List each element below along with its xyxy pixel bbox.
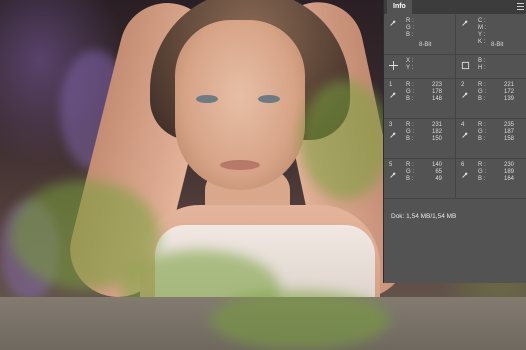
left-eye: [196, 95, 218, 103]
blurred-leaf: [300, 80, 390, 200]
info-panel: Info R : G : B : 8-Bit C : M : Y : K: 8…: [383, 0, 526, 283]
sampler-label: R :: [406, 162, 414, 168]
sampler-label: R :: [478, 162, 486, 168]
color-readout-row: R : G : B : 8-Bit C : M : Y : K : 8-Bit: [384, 15, 526, 55]
sampler-value: 150: [431, 136, 442, 142]
sampler-label: R :: [478, 122, 486, 128]
x-label: X :: [406, 58, 414, 64]
sampler-label: R :: [478, 82, 486, 88]
rgb-label: R :: [406, 18, 414, 24]
sampler-number: 5: [389, 162, 393, 168]
sampler-label: B :: [406, 176, 414, 182]
rgb-label: B :: [406, 32, 414, 38]
sampler-value: 223: [431, 82, 442, 88]
sampler-value: 235: [503, 122, 514, 128]
blurred-leaf: [210, 290, 390, 350]
right-eye: [258, 95, 280, 103]
info-grid: R : G : B : 8-Bit C : M : Y : K : 8-Bit: [384, 15, 526, 199]
height-label: H :: [478, 65, 486, 71]
sampler-label: R :: [406, 122, 414, 128]
sampler-label: B :: [478, 176, 486, 182]
sampler-label: B :: [478, 96, 486, 102]
eyedropper-icon: [462, 132, 468, 138]
document-size: Dok: 1,54 MB/1,54 MB: [391, 213, 457, 220]
sampler-label: R :: [406, 82, 414, 88]
sampler-number: 3: [389, 122, 393, 128]
eyedropper-icon[interactable]: [461, 19, 469, 27]
crosshair-icon: [389, 61, 398, 70]
position-readout-row: X : Y : B : H :: [384, 55, 526, 79]
sampler-row: 5 R : G : B : 140 65 49 6 R : G: B: 23…: [384, 159, 526, 199]
eyedropper-icon[interactable]: [389, 19, 397, 27]
sampler-label: B :: [478, 136, 486, 142]
cmyk-label: C :: [478, 18, 486, 24]
panel-menu-icon[interactable]: [517, 3, 524, 11]
sampler-value: 164: [503, 176, 514, 182]
sampler-label: B :: [406, 96, 414, 102]
size-readout: B : H :: [456, 55, 526, 78]
color-sampler-6[interactable]: 6 R : G : B : 230 189 164: [456, 159, 526, 198]
bit-depth: 8-Bit: [491, 42, 504, 48]
eyedropper-icon: [462, 172, 468, 178]
sampler-value: 189: [503, 169, 514, 175]
eyedropper-icon: [462, 92, 468, 98]
rgb-label: G :: [406, 25, 415, 31]
sampler-value: 140: [431, 162, 442, 168]
cmyk-label: K :: [478, 39, 486, 45]
color-sampler-3[interactable]: 3 R : G : B : 231 182 150: [384, 119, 454, 158]
selection-size-icon: [461, 61, 470, 70]
sampler-label: G :: [478, 129, 487, 135]
sampler-number: 2: [461, 82, 465, 88]
width-label: B :: [478, 58, 486, 64]
cmyk-readout: C : M : Y : K : 8-Bit: [456, 15, 526, 54]
color-sampler-5[interactable]: 5 R : G : B : 140 65 49: [384, 159, 454, 198]
sampler-value: 139: [503, 96, 514, 102]
sampler-value: 187: [503, 129, 514, 135]
sampler-row: 3 R : G : B : 231 182 150 4 R : G: B: …: [384, 119, 526, 159]
sampler-value: 65: [435, 169, 442, 175]
sampler-value: 178: [431, 89, 442, 95]
color-sampler-2[interactable]: 2 R : G : B : 221 172 139: [456, 79, 526, 118]
eyedropper-icon: [390, 132, 396, 138]
eyedropper-icon: [390, 172, 396, 178]
sampler-value: 221: [503, 82, 514, 88]
color-sampler-1[interactable]: 1 R : G : B : 223 178 148: [384, 79, 454, 118]
sampler-value: 158: [503, 136, 514, 142]
sampler-label: G :: [406, 89, 415, 95]
sampler-row: 1 R : G : B : 223 178 148 2 R : G: B: …: [384, 79, 526, 119]
sampler-value: 148: [431, 96, 442, 102]
color-sampler-4[interactable]: 4 R : G : B : 235 187 158: [456, 119, 526, 158]
sampler-value: 231: [431, 122, 442, 128]
sampler-label: G :: [406, 169, 415, 175]
sampler-value: 172: [503, 89, 514, 95]
sampler-number: 4: [461, 122, 465, 128]
panel-header: Info: [384, 0, 526, 14]
sampler-label: G :: [478, 89, 487, 95]
xy-readout: X : Y :: [384, 55, 454, 78]
cmyk-label: M :: [478, 25, 487, 31]
sampler-label: G :: [406, 129, 415, 135]
sampler-label: B :: [406, 136, 414, 142]
cmyk-label: Y :: [478, 32, 486, 38]
bit-depth: 8-Bit: [419, 42, 432, 48]
rgb-readout: R : G : B : 8-Bit: [384, 15, 454, 54]
sampler-value: 182: [431, 129, 442, 135]
tab-info[interactable]: Info: [387, 0, 412, 14]
sampler-value: 230: [503, 162, 514, 168]
sampler-label: G :: [478, 169, 487, 175]
sampler-number: 6: [461, 162, 465, 168]
y-label: Y :: [406, 65, 414, 71]
sampler-number: 1: [389, 82, 393, 88]
eyedropper-icon: [390, 92, 396, 98]
sampler-value: 49: [435, 176, 442, 182]
lips: [220, 160, 260, 170]
